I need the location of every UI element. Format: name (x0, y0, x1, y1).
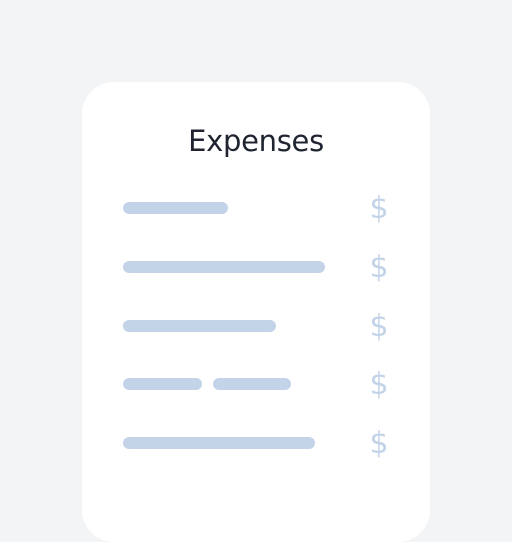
placeholder-bar (123, 202, 228, 214)
placeholder-bar (213, 378, 291, 390)
placeholder-bar (123, 320, 276, 332)
placeholder-bar (123, 378, 202, 390)
dollar-icon: $ (369, 309, 389, 344)
dollar-icon: $ (369, 426, 389, 461)
dollar-icon: $ (369, 191, 389, 226)
dollar-icon: $ (369, 367, 389, 402)
placeholder-bar (123, 437, 315, 449)
card-title: Expenses (188, 124, 324, 158)
placeholder-bar (123, 261, 325, 273)
dollar-icon: $ (369, 250, 389, 285)
